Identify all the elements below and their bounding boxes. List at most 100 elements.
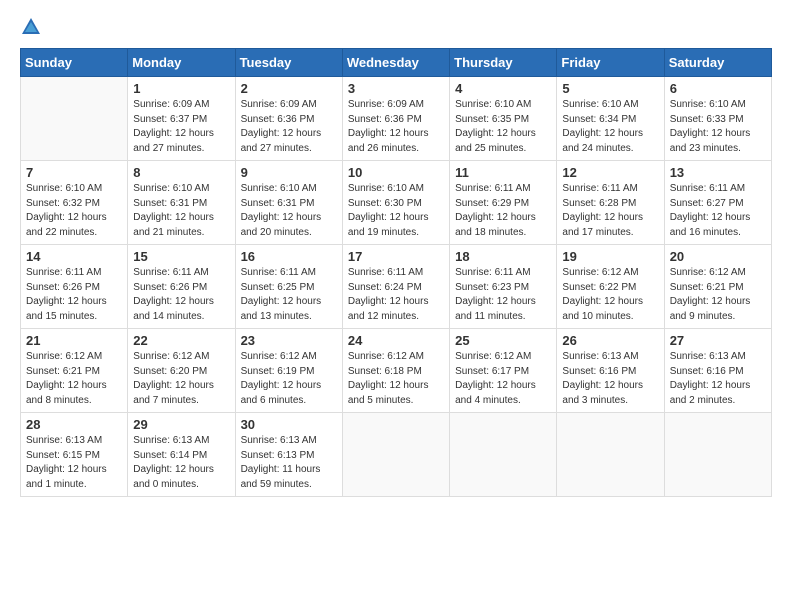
day-info: Sunrise: 6:12 AMSunset: 6:18 PMDaylight:… [348, 350, 444, 408]
calendar-cell: 23 Sunrise: 6:12 AMSunset: 6:19 PMDayligh… [235, 329, 342, 413]
day-number: 11 [455, 165, 551, 180]
calendar-cell: 2 Sunrise: 6:09 AMSunset: 6:36 PMDaylight… [235, 77, 342, 161]
calendar-cell [557, 413, 664, 497]
weekday-header-monday: Monday [128, 49, 235, 77]
day-number: 10 [348, 165, 444, 180]
calendar-cell: 16 Sunrise: 6:11 AMSunset: 6:25 PMDayligh… [235, 245, 342, 329]
day-number: 1 [133, 81, 229, 96]
day-number: 14 [26, 249, 122, 264]
day-info: Sunrise: 6:12 AMSunset: 6:22 PMDaylight:… [562, 266, 658, 324]
day-info: Sunrise: 6:12 AMSunset: 6:20 PMDaylight:… [133, 350, 229, 408]
day-number: 13 [670, 165, 766, 180]
day-number: 2 [241, 81, 337, 96]
logo-icon [20, 16, 42, 38]
logo [20, 16, 46, 38]
calendar-week-2: 7 Sunrise: 6:10 AMSunset: 6:32 PMDaylight… [21, 161, 772, 245]
calendar-cell: 26 Sunrise: 6:13 AMSunset: 6:16 PMDayligh… [557, 329, 664, 413]
calendar-cell: 3 Sunrise: 6:09 AMSunset: 6:36 PMDaylight… [342, 77, 449, 161]
calendar-cell: 19 Sunrise: 6:12 AMSunset: 6:22 PMDayligh… [557, 245, 664, 329]
calendar-cell: 6Sunrise: 6:10 AMSunset: 6:33 PMDaylight… [664, 77, 771, 161]
day-info: Sunrise: 6:11 AMSunset: 6:28 PMDaylight:… [562, 182, 658, 240]
day-number: 19 [562, 249, 658, 264]
day-info: Sunrise: 6:11 AMSunset: 6:23 PMDaylight:… [455, 266, 551, 324]
day-info: Sunrise: 6:10 AMSunset: 6:31 PMDaylight:… [133, 182, 229, 240]
day-info: Sunrise: 6:13 AMSunset: 6:14 PMDaylight:… [133, 434, 229, 492]
day-info: Sunrise: 6:13 AMSunset: 6:15 PMDaylight:… [26, 434, 122, 492]
day-info: Sunrise: 6:10 AMSunset: 6:31 PMDaylight:… [241, 182, 337, 240]
day-number: 8 [133, 165, 229, 180]
calendar-cell: 4 Sunrise: 6:10 AMSunset: 6:35 PMDaylight… [450, 77, 557, 161]
day-number: 30 [241, 417, 337, 432]
day-info: Sunrise: 6:09 AMSunset: 6:37 PMDaylight:… [133, 98, 229, 156]
day-number: 25 [455, 333, 551, 348]
weekday-header-wednesday: Wednesday [342, 49, 449, 77]
day-info: Sunrise: 6:11 AMSunset: 6:27 PMDaylight:… [670, 182, 766, 240]
calendar-cell: 14 Sunrise: 6:11 AMSunset: 6:26 PMDayligh… [21, 245, 128, 329]
day-number: 9 [241, 165, 337, 180]
calendar-cell: 8 Sunrise: 6:10 AMSunset: 6:31 PMDaylight… [128, 161, 235, 245]
day-number: 18 [455, 249, 551, 264]
weekday-header-row: SundayMondayTuesdayWednesdayThursdayFrid… [21, 49, 772, 77]
weekday-header-saturday: Saturday [664, 49, 771, 77]
day-number: 7 [26, 165, 122, 180]
day-number: 16 [241, 249, 337, 264]
calendar-table: SundayMondayTuesdayWednesdayThursdayFrid… [20, 48, 772, 497]
calendar-cell: 17 Sunrise: 6:11 AMSunset: 6:24 PMDayligh… [342, 245, 449, 329]
day-info: Sunrise: 6:13 AMSunset: 6:13 PMDaylight:… [241, 434, 337, 492]
page-header [20, 16, 772, 38]
day-info: Sunrise: 6:12 AMSunset: 6:17 PMDaylight:… [455, 350, 551, 408]
calendar-body: 1 Sunrise: 6:09 AMSunset: 6:37 PMDaylight… [21, 77, 772, 497]
day-info: Sunrise: 6:12 AMSunset: 6:19 PMDaylight:… [241, 350, 337, 408]
day-number: 4 [455, 81, 551, 96]
day-info: Sunrise: 6:10 AMSunset: 6:34 PMDaylight:… [562, 98, 658, 156]
calendar-cell: 29 Sunrise: 6:13 AMSunset: 6:14 PMDayligh… [128, 413, 235, 497]
day-info: Sunrise: 6:10 AMSunset: 6:35 PMDaylight:… [455, 98, 551, 156]
day-number: 12 [562, 165, 658, 180]
calendar-week-4: 21Sunrise: 6:12 AMSunset: 6:21 PMDayligh… [21, 329, 772, 413]
weekday-header-tuesday: Tuesday [235, 49, 342, 77]
calendar-cell: 24Sunrise: 6:12 AMSunset: 6:18 PMDayligh… [342, 329, 449, 413]
day-info: Sunrise: 6:09 AMSunset: 6:36 PMDaylight:… [348, 98, 444, 156]
day-number: 15 [133, 249, 229, 264]
calendar-cell [450, 413, 557, 497]
day-info: Sunrise: 6:12 AMSunset: 6:21 PMDaylight:… [670, 266, 766, 324]
weekday-header-sunday: Sunday [21, 49, 128, 77]
weekday-header-thursday: Thursday [450, 49, 557, 77]
day-info: Sunrise: 6:13 AMSunset: 6:16 PMDaylight:… [562, 350, 658, 408]
calendar-cell: 21Sunrise: 6:12 AMSunset: 6:21 PMDayligh… [21, 329, 128, 413]
calendar-cell: 13 Sunrise: 6:11 AMSunset: 6:27 PMDayligh… [664, 161, 771, 245]
day-number: 3 [348, 81, 444, 96]
calendar-cell [664, 413, 771, 497]
day-info: Sunrise: 6:11 AMSunset: 6:25 PMDaylight:… [241, 266, 337, 324]
weekday-header-friday: Friday [557, 49, 664, 77]
day-number: 27 [670, 333, 766, 348]
calendar-cell: 27Sunrise: 6:13 AMSunset: 6:16 PMDayligh… [664, 329, 771, 413]
calendar-cell: 12 Sunrise: 6:11 AMSunset: 6:28 PMDayligh… [557, 161, 664, 245]
calendar-cell: 7 Sunrise: 6:10 AMSunset: 6:32 PMDaylight… [21, 161, 128, 245]
calendar-week-5: 28Sunrise: 6:13 AMSunset: 6:15 PMDayligh… [21, 413, 772, 497]
calendar-cell: 11 Sunrise: 6:11 AMSunset: 6:29 PMDayligh… [450, 161, 557, 245]
day-info: Sunrise: 6:11 AMSunset: 6:29 PMDaylight:… [455, 182, 551, 240]
day-info: Sunrise: 6:12 AMSunset: 6:21 PMDaylight:… [26, 350, 122, 408]
day-number: 23 [241, 333, 337, 348]
day-info: Sunrise: 6:10 AMSunset: 6:33 PMDaylight:… [670, 98, 766, 156]
day-number: 29 [133, 417, 229, 432]
calendar-cell [21, 77, 128, 161]
calendar-week-3: 14 Sunrise: 6:11 AMSunset: 6:26 PMDayligh… [21, 245, 772, 329]
day-info: Sunrise: 6:11 AMSunset: 6:24 PMDaylight:… [348, 266, 444, 324]
day-number: 17 [348, 249, 444, 264]
day-info: Sunrise: 6:09 AMSunset: 6:36 PMDaylight:… [241, 98, 337, 156]
day-info: Sunrise: 6:10 AMSunset: 6:32 PMDaylight:… [26, 182, 122, 240]
calendar-cell: 25 Sunrise: 6:12 AMSunset: 6:17 PMDayligh… [450, 329, 557, 413]
day-info: Sunrise: 6:11 AMSunset: 6:26 PMDaylight:… [133, 266, 229, 324]
calendar-cell: 28Sunrise: 6:13 AMSunset: 6:15 PMDayligh… [21, 413, 128, 497]
day-info: Sunrise: 6:11 AMSunset: 6:26 PMDaylight:… [26, 266, 122, 324]
calendar-cell [342, 413, 449, 497]
calendar-week-1: 1 Sunrise: 6:09 AMSunset: 6:37 PMDaylight… [21, 77, 772, 161]
calendar-cell: 22 Sunrise: 6:12 AMSunset: 6:20 PMDayligh… [128, 329, 235, 413]
calendar-cell: 10Sunrise: 6:10 AMSunset: 6:30 PMDayligh… [342, 161, 449, 245]
calendar-cell: 20 Sunrise: 6:12 AMSunset: 6:21 PMDayligh… [664, 245, 771, 329]
day-number: 26 [562, 333, 658, 348]
day-number: 22 [133, 333, 229, 348]
day-number: 20 [670, 249, 766, 264]
